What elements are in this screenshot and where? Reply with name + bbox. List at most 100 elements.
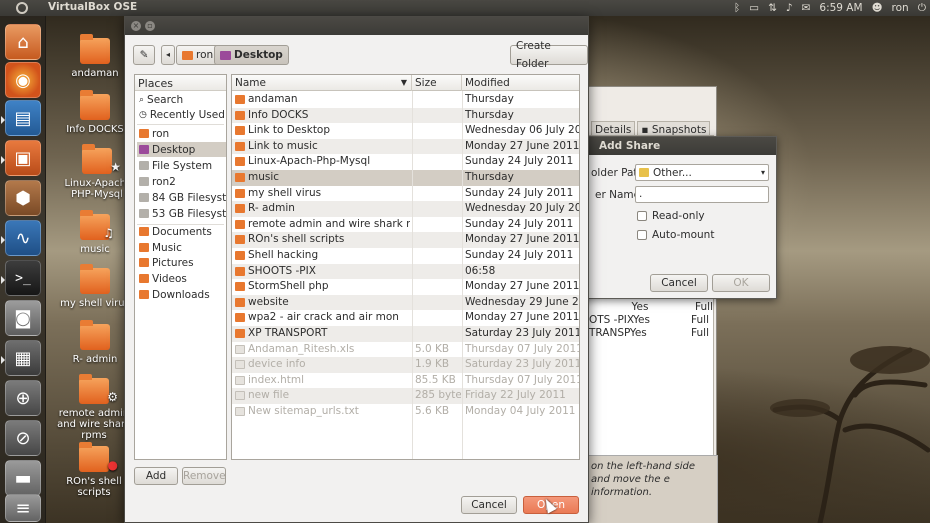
table-row[interactable]: Info DOCKS Thursday [232, 107, 579, 124]
readonly-checkbox[interactable]: Read-only [637, 210, 705, 222]
desktop-folder-music[interactable]: ♫ music [58, 210, 132, 255]
table-row[interactable]: New sitemap_urls.txt 5.6 KB Monday 04 July… [232, 404, 579, 420]
place-downloads[interactable]: Downloads [137, 287, 226, 302]
text-editor-launcher-icon[interactable]: ▤ [1, 100, 41, 136]
remove-bookmark-button[interactable]: Remove [182, 467, 226, 485]
maximize-icon[interactable]: ▫ [145, 21, 155, 31]
breadcrumb-desktop[interactable]: Desktop [214, 45, 289, 65]
table-row[interactable]: music Thursday [232, 170, 579, 186]
place-file-system[interactable]: File System [137, 158, 226, 173]
place-ron2[interactable]: ron2 [137, 174, 226, 189]
place-desktop[interactable]: Desktop [137, 142, 226, 157]
table-row[interactable]: my shell virus Sunday 24 July 2011 [232, 186, 579, 202]
folder-path-combo[interactable]: Other... ▾ [635, 164, 769, 181]
volume-icon[interactable]: ♪ [786, 2, 793, 14]
user-name[interactable]: ron [892, 2, 909, 14]
folder-name-input[interactable]: . [635, 186, 769, 203]
table-row[interactable]: Link to music Monday 27 June 2011 [232, 138, 580, 155]
table-row[interactable]: ROn's shell scripts Monday 27 June 2011 [232, 232, 579, 248]
firefox-launcher-icon[interactable]: ◉ [5, 62, 41, 98]
desktop-folder-my-shell-virus[interactable]: my shell virus [58, 264, 132, 309]
folder-icon [235, 282, 245, 292]
user-icon[interactable]: ☻ [872, 2, 883, 14]
drive-icon [139, 161, 149, 170]
table-row[interactable]: Link to Desktop Wednesday 06 July 2011 [232, 123, 579, 139]
add-share-ok-button[interactable]: OK [712, 274, 770, 292]
clock-text[interactable]: 6:59 AM [819, 2, 862, 14]
table-row[interactable]: StormShell php Monday 27 June 2011 [232, 279, 579, 295]
folder-icon [235, 204, 245, 214]
software-center-launcher-icon[interactable]: ⬢ [5, 180, 41, 216]
power-icon[interactable]: ⏻ [918, 2, 926, 15]
trash-launcher-icon[interactable]: ≡ [5, 494, 41, 522]
table-row[interactable]: R- admin Wednesday 20 July 2011 [232, 201, 579, 217]
table-row[interactable]: Andaman_Ritesh.xls 5.0 KB Thursday 07 July… [232, 342, 579, 358]
path-back-button[interactable]: ◂ [161, 45, 175, 65]
ubuntu-logo-icon[interactable] [16, 2, 28, 14]
home-folder-launcher-icon[interactable]: ⌂ [5, 24, 41, 60]
battery-icon[interactable]: ▭ [749, 2, 759, 14]
desktop-folder-info-docks[interactable]: Info DOCKS [58, 90, 132, 135]
file-modified-cell: Sunday 24 July 2011 [465, 155, 574, 168]
table-row[interactable]: SHOOTS -PIX 06:58 [232, 263, 579, 280]
column-modified-header[interactable]: Modified [462, 75, 579, 91]
system-monitor-launcher-icon[interactable]: ∿ [1, 220, 41, 256]
place-ron[interactable]: ron [137, 126, 226, 141]
file-modified-cell: Monday 27 June 2011 [465, 139, 580, 152]
table-row[interactable]: website Wednesday 29 June 2011 [232, 294, 579, 311]
breadcrumb-ron[interactable]: ron [176, 45, 220, 65]
place-pictures[interactable]: Pictures [137, 255, 226, 270]
place-documents[interactable]: Documents [137, 224, 226, 239]
file-name-cell: index.html [248, 373, 304, 386]
table-row[interactable]: remote admin and wire shark rpms Sunday 2… [232, 217, 579, 233]
cancel-button[interactable]: Cancel [461, 496, 517, 514]
table-row[interactable]: device info 1.9 KB Saturday 23 July 2011 [232, 357, 579, 373]
drive-launcher-icon[interactable]: ▬ [5, 460, 41, 496]
column-name-header[interactable]: Name ▼ [232, 75, 412, 91]
table-row[interactable]: Shell hacking Sunday 24 July 2011 [232, 248, 579, 264]
share-row[interactable]: OTS -PIX Yes Full [589, 314, 709, 326]
add-bookmark-button[interactable]: Add [134, 467, 178, 485]
table-row[interactable]: wpa2 - air crack and air mon Monday 27 Ju… [232, 310, 579, 326]
virtualbox-launcher-icon[interactable]: ▦ [1, 340, 41, 376]
share-row[interactable]: Yes Full [593, 301, 714, 313]
share-row[interactable]: TRANSPORT Yes Full [589, 327, 709, 339]
automount-checkbox[interactable]: Auto-mount [637, 229, 714, 241]
add-share-cancel-button[interactable]: Cancel [650, 274, 708, 292]
file-list[interactable]: Name ▼ Size Modified andaman Thursday Info… [231, 74, 580, 460]
search-files-launcher-icon[interactable]: ⊘ [5, 420, 41, 456]
create-folder-button[interactable]: Create Folder [510, 40, 588, 70]
magnifier-launcher-icon[interactable]: ⊕ [5, 380, 41, 416]
folder-icon [235, 126, 245, 136]
column-size-header[interactable]: Size [412, 75, 462, 91]
table-row[interactable]: Linux-Apach-Php-Mysql Sunday 24 July 2011 [232, 154, 579, 170]
document-viewer-launcher-icon[interactable]: ▣ [1, 140, 41, 176]
network-icon[interactable]: ⇅ [768, 2, 777, 14]
folder-icon [235, 266, 245, 276]
place-music[interactable]: Music [137, 240, 226, 255]
bluetooth-icon[interactable]: ᛒ [734, 2, 740, 14]
table-row[interactable]: XP TRANSPORT Saturday 23 July 2011 [232, 326, 579, 342]
place-videos[interactable]: Videos [137, 271, 226, 286]
mail-icon[interactable]: ✉ [802, 2, 811, 14]
folder-icon [235, 297, 245, 307]
place-search[interactable]: ⌕ Search [137, 92, 226, 107]
folder-icon [235, 235, 245, 245]
type-location-button[interactable]: ✎ [133, 45, 155, 65]
place-84gb[interactable]: 84 GB Filesystem [137, 190, 226, 205]
place-recently-used[interactable]: ◷ Recently Used [137, 107, 226, 122]
place-53gb[interactable]: 53 GB Filesystem [137, 206, 226, 221]
table-row[interactable]: index.html 85.5 KB Thursday 07 July 2011 [232, 373, 579, 389]
column-divider [412, 91, 413, 459]
close-icon[interactable]: × [131, 21, 141, 31]
place-label: Pictures [152, 256, 194, 269]
sort-arrow-icon: ▼ [400, 78, 407, 87]
screenshot-launcher-icon[interactable]: ◙ [5, 300, 41, 336]
desktop-folder-andaman[interactable]: andaman [58, 34, 132, 79]
table-row[interactable]: andaman Thursday [232, 92, 579, 108]
terminal-launcher-icon[interactable]: >_ [1, 260, 41, 296]
desktop-folder-r-admin[interactable]: R- admin [58, 320, 132, 365]
places-sidebar: Places ⌕ Search ◷ Recently Used ron Desk… [134, 74, 227, 460]
file-size-cell: 285 bytes [415, 389, 461, 402]
table-row[interactable]: new file 285 bytes Friday 22 July 2011 [232, 388, 579, 404]
